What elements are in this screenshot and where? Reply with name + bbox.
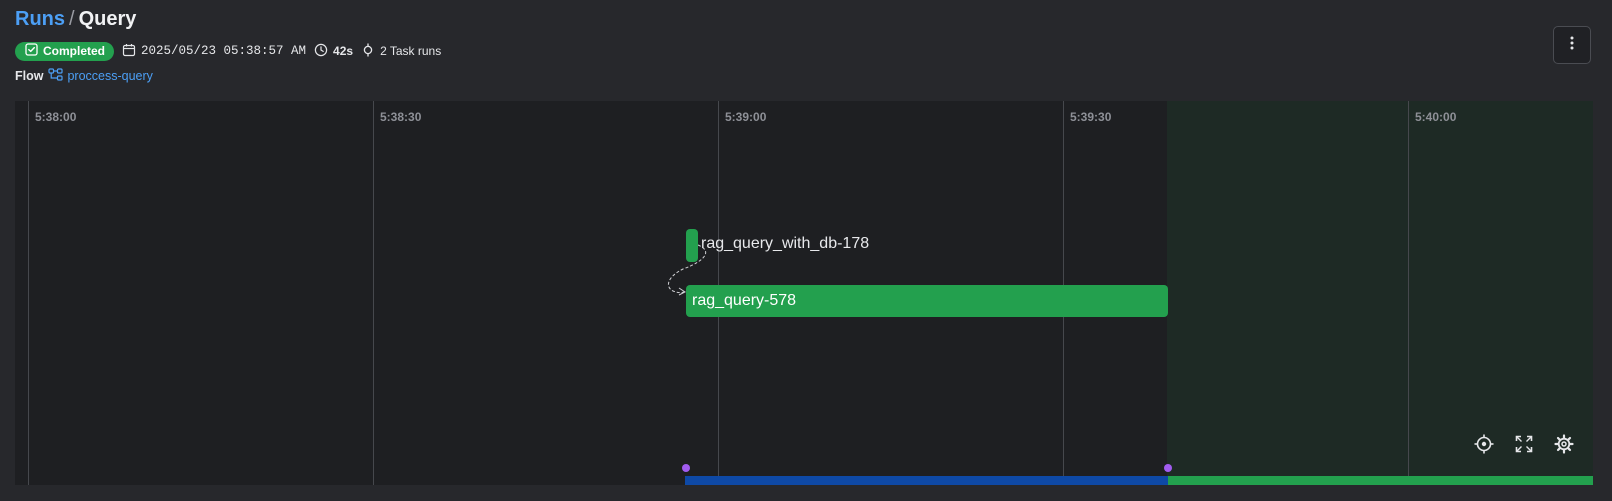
task-run-node-rag-query-with-db[interactable] [686, 229, 698, 262]
tick-label: 5:39:00 [725, 110, 767, 124]
gridline [28, 101, 29, 485]
start-time-value: 2025/05/23 05:38:57 AM [141, 44, 307, 58]
breadcrumb: Runs / Query [15, 7, 136, 31]
clock-icon [314, 43, 328, 60]
flow-name: proccess-query [67, 69, 153, 83]
task-run-icon [361, 43, 375, 60]
settings-button[interactable] [1552, 433, 1576, 459]
tick-label: 5:38:00 [35, 110, 77, 124]
range-start-handle[interactable] [682, 464, 690, 472]
gridline [373, 101, 374, 485]
flow-icon [48, 68, 64, 84]
breadcrumb-runs-link[interactable]: Runs [15, 8, 65, 30]
selected-range-bar [685, 476, 1168, 485]
status-badge: Completed [15, 41, 115, 61]
gridline [1408, 101, 1409, 485]
timeline-future-region [1167, 101, 1593, 476]
recenter-button[interactable] [1472, 434, 1496, 458]
task-run-bar-rag-query[interactable]: rag_query-578 [686, 285, 1168, 317]
page-title: Query [78, 8, 137, 30]
crosshair-icon [1474, 434, 1494, 459]
flow-run-page: Runs / Query Completed 2025/05/23 05:38:… [0, 0, 1612, 501]
remaining-range-bar [1168, 476, 1593, 485]
gear-icon [1554, 433, 1574, 459]
calendar-icon [122, 43, 136, 60]
tick-label: 5:40:00 [1415, 110, 1457, 124]
start-time: 2025/05/23 05:38:57 AM [122, 43, 306, 60]
flow-row: Flow proccess-query [15, 68, 153, 84]
fullscreen-button[interactable] [1512, 434, 1536, 458]
check-square-icon [25, 43, 38, 59]
flow-link[interactable]: proccess-query [48, 68, 153, 84]
task-run-label[interactable]: rag_query_with_db-178 [701, 235, 869, 253]
status-label: Completed [43, 44, 106, 58]
task-runs-count[interactable]: 2 Task runs [361, 43, 441, 60]
fullscreen-icon [1515, 435, 1533, 458]
duration: 42s [314, 43, 353, 60]
task-runs-label: 2 Task runs [380, 44, 442, 58]
tick-label: 5:39:30 [1070, 110, 1112, 124]
run-meta-row: Completed 2025/05/23 05:38:57 AM 42s 2 T… [15, 41, 441, 61]
kebab-menu-icon [1570, 36, 1574, 55]
task-run-label: rag_query-578 [692, 292, 797, 309]
flow-label: Flow [15, 69, 44, 83]
range-end-handle[interactable] [1164, 464, 1172, 472]
tick-label: 5:38:30 [380, 110, 422, 124]
duration-value: 42s [333, 44, 354, 58]
more-actions-button[interactable] [1553, 26, 1591, 64]
breadcrumb-separator: / [69, 8, 75, 30]
run-timeline[interactable]: 5:38:00 5:38:30 5:39:00 5:39:30 5:40:00 … [15, 101, 1593, 485]
